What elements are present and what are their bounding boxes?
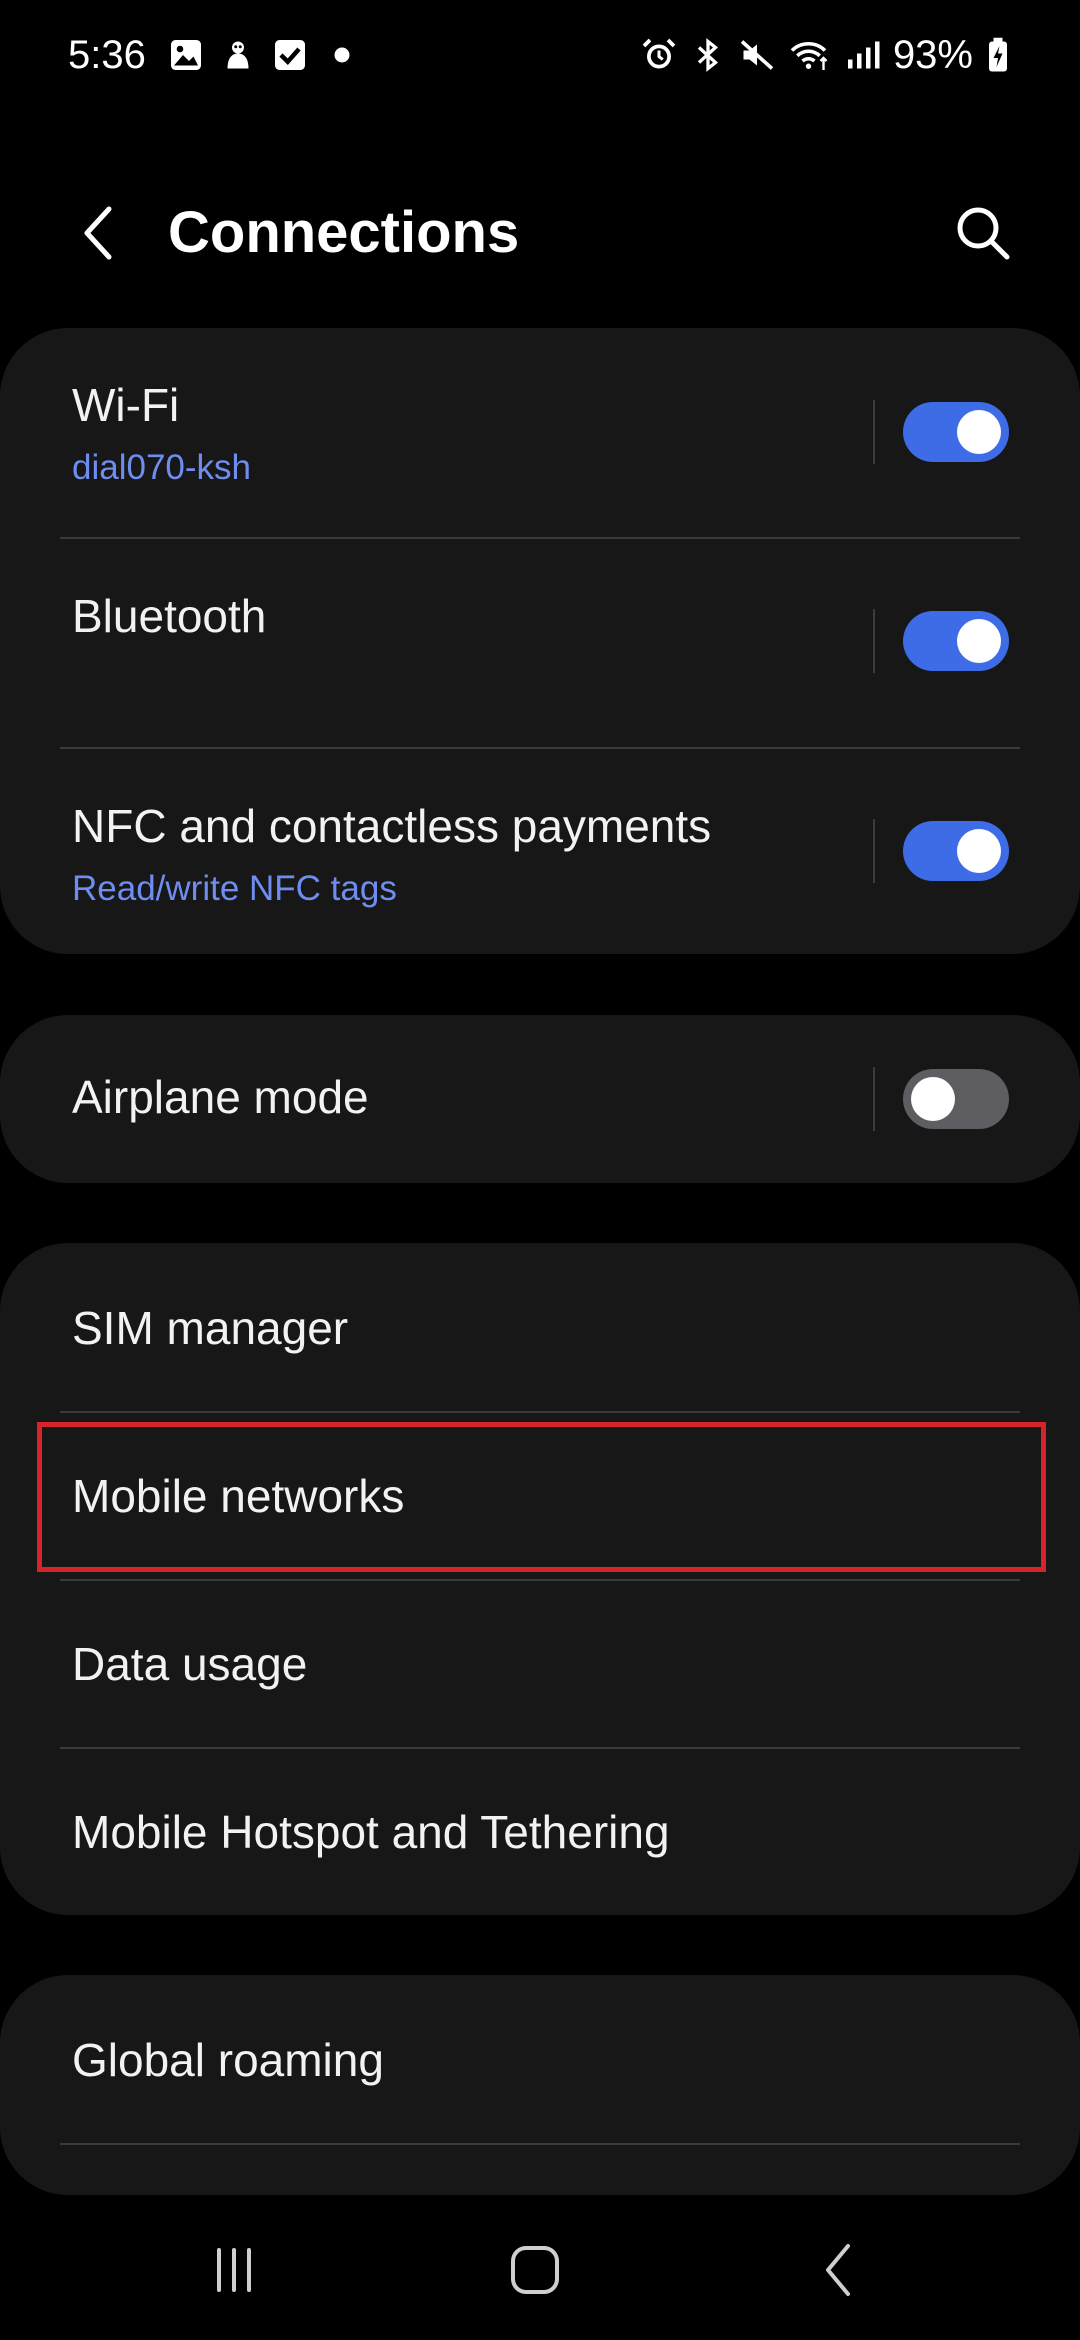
wifi-network-name: dial070-ksh xyxy=(72,448,251,487)
nav-back-button[interactable] xyxy=(793,2235,883,2305)
task-check-icon xyxy=(272,37,308,73)
sim-manager-title: SIM manager xyxy=(72,1302,349,1354)
airplane-toggle-knob xyxy=(911,1077,955,1121)
bluetooth-toggle-knob xyxy=(957,619,1001,663)
battery-percentage: 93% xyxy=(892,32,973,77)
connections-screen: 5:36 93% Connections Wi-Fi dial070-ksh B… xyxy=(0,0,1080,2340)
mute-icon xyxy=(739,37,775,73)
app-header: Connections xyxy=(0,170,1080,300)
airplane-mode-title: Airplane mode xyxy=(72,1071,369,1123)
wireless-card: Wi-Fi dial070-ksh Bluetooth NFC and cont… xyxy=(0,328,1080,954)
global-roaming-title: Global roaming xyxy=(72,2034,384,2086)
wifi-separator xyxy=(873,400,875,464)
airplane-card: Airplane mode xyxy=(0,1015,1080,1183)
search-button[interactable] xyxy=(948,198,1018,268)
gallery-icon xyxy=(168,37,204,73)
recent-apps-button[interactable] xyxy=(189,2235,279,2305)
nfc-row[interactable]: NFC and contactless payments Read/write … xyxy=(0,749,1080,954)
wifi-title: Wi-Fi xyxy=(72,379,180,431)
nfc-toggle-knob xyxy=(957,829,1001,873)
nfc-toggle[interactable] xyxy=(903,821,1009,881)
data-usage-title: Data usage xyxy=(72,1638,308,1690)
status-left: 5:36 xyxy=(68,33,376,78)
divider xyxy=(60,2143,1020,2145)
nfc-subtitle: Read/write NFC tags xyxy=(72,869,397,908)
global-roaming-row[interactable]: Global roaming xyxy=(0,1975,1080,2143)
bluetooth-separator xyxy=(873,609,875,673)
dot-icon xyxy=(324,37,360,73)
status-time: 5:36 xyxy=(68,32,146,77)
home-icon xyxy=(511,2246,559,2294)
bluetooth-title: Bluetooth xyxy=(72,590,267,642)
wifi-icon xyxy=(788,37,832,73)
wifi-row[interactable]: Wi-Fi dial070-ksh xyxy=(0,328,1080,538)
bluetooth-toggle[interactable] xyxy=(903,611,1009,671)
notification-app-icon xyxy=(220,37,256,73)
hotspot-tethering-title: Mobile Hotspot and Tethering xyxy=(72,1806,670,1858)
roaming-card: Global roaming xyxy=(0,1975,1080,2195)
chevron-left-icon xyxy=(84,206,112,260)
home-button[interactable] xyxy=(490,2235,580,2305)
back-button[interactable] xyxy=(64,198,134,268)
status-bar: 5:36 93% xyxy=(0,0,1080,110)
status-right: 93% xyxy=(628,33,1010,78)
airplane-mode-row[interactable]: Airplane mode xyxy=(0,1015,1080,1183)
hotspot-tethering-row[interactable]: Mobile Hotspot and Tethering xyxy=(0,1749,1080,1915)
data-usage-row[interactable]: Data usage xyxy=(0,1581,1080,1747)
nfc-separator xyxy=(873,819,875,883)
bluetooth-row[interactable]: Bluetooth xyxy=(0,539,1080,747)
nfc-title: NFC and contactless payments xyxy=(72,800,712,852)
wifi-toggle-knob xyxy=(957,410,1001,454)
signal-icon xyxy=(845,37,881,73)
airplane-mode-toggle[interactable] xyxy=(903,1069,1009,1129)
chevron-left-icon xyxy=(826,2244,850,2296)
bluetooth-icon xyxy=(690,37,726,73)
airplane-separator xyxy=(873,1067,875,1131)
recent-apps-icon xyxy=(217,2248,251,2292)
sim-manager-row[interactable]: SIM manager xyxy=(0,1243,1080,1411)
search-icon xyxy=(957,207,1010,260)
mobile-card: SIM manager Mobile networks Data usage M… xyxy=(0,1243,1080,1915)
alarm-icon xyxy=(641,37,677,73)
highlight-box xyxy=(37,1422,1046,1572)
page-title: Connections xyxy=(168,200,520,265)
navigation-bar xyxy=(0,2200,1080,2340)
wifi-toggle[interactable] xyxy=(903,402,1009,462)
battery-charging-icon xyxy=(986,37,1010,73)
